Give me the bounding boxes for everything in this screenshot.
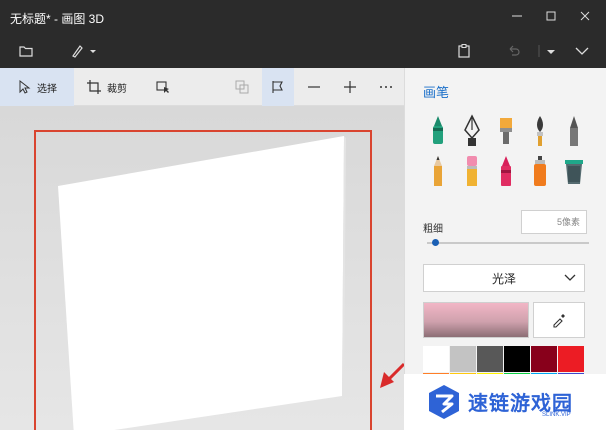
paste-icon xyxy=(458,44,470,58)
magic-select-tool[interactable] xyxy=(150,68,178,106)
palette-swatch[interactable] xyxy=(504,346,530,372)
marker-icon[interactable] xyxy=(425,114,451,148)
more-button[interactable] xyxy=(374,68,398,106)
flag-tool[interactable] xyxy=(262,68,294,106)
material-dropdown[interactable]: 光泽 xyxy=(423,264,585,292)
history-dropdown[interactable] xyxy=(538,40,562,62)
chevron-down-icon xyxy=(564,274,576,281)
more-icon xyxy=(380,86,392,88)
minimize-icon xyxy=(512,15,522,17)
expand-button[interactable] xyxy=(574,40,594,62)
brushes-tab[interactable] xyxy=(70,40,100,62)
palette-swatch[interactable] xyxy=(558,346,584,372)
undo-button[interactable] xyxy=(506,40,528,62)
eraser-icon[interactable] xyxy=(459,154,485,188)
caret-down-icon xyxy=(538,45,555,57)
maximize-icon xyxy=(546,11,556,21)
current-color-swatch[interactable] xyxy=(423,302,529,338)
select-tool[interactable]: 选择 xyxy=(0,68,74,106)
toolbar: 选择 裁剪 xyxy=(0,68,404,106)
panel-title: 画笔 xyxy=(423,85,450,100)
minimize-button[interactable] xyxy=(502,6,532,28)
flag-icon xyxy=(272,81,283,93)
pixel-pen-icon[interactable] xyxy=(561,114,587,148)
undo-icon xyxy=(509,45,520,56)
chevron-down-icon xyxy=(575,47,589,55)
red-arrow xyxy=(380,362,404,388)
crop-label: 裁剪 xyxy=(107,83,127,95)
white-canvas-shape xyxy=(58,136,344,430)
crop-tool[interactable]: 裁剪 xyxy=(78,68,136,106)
select-label: 选择 xyxy=(37,83,57,95)
plus-icon xyxy=(344,81,356,93)
thickness-label: 粗细 xyxy=(423,224,443,235)
watermark: 速链游戏园 SLINK.VIP xyxy=(404,374,606,430)
watercolor-icon[interactable] xyxy=(527,114,553,148)
crayon-icon[interactable] xyxy=(493,154,519,188)
thickness-input[interactable]: 5像素 xyxy=(521,210,587,234)
close-icon xyxy=(580,11,590,21)
canvas-area[interactable] xyxy=(0,106,404,430)
eyedropper-icon xyxy=(553,314,565,328)
material-value: 光泽 xyxy=(491,271,516,286)
zoom-in-button[interactable] xyxy=(338,68,362,106)
palette-swatch[interactable] xyxy=(423,346,449,372)
copy-icon xyxy=(235,80,249,94)
menu-button[interactable] xyxy=(18,40,40,62)
title-bar: 无标题* - 画图 3D xyxy=(0,0,606,34)
folder-icon xyxy=(19,46,33,57)
maximize-button[interactable] xyxy=(536,6,566,28)
thickness-slider[interactable] xyxy=(427,242,589,244)
oil-brush-icon[interactable] xyxy=(493,114,519,148)
palette-swatch[interactable] xyxy=(450,346,476,372)
thickness-slider-thumb[interactable] xyxy=(431,239,439,246)
copy-button[interactable] xyxy=(228,68,256,106)
canvas-drawing xyxy=(58,136,404,430)
watermark-subtext: SLINK.VIP xyxy=(542,412,571,418)
spray-can-icon[interactable] xyxy=(527,154,553,188)
pencil-icon[interactable] xyxy=(425,154,451,188)
brush-tab-icon xyxy=(72,45,96,58)
crop-icon xyxy=(87,80,101,94)
fill-bucket-icon[interactable] xyxy=(561,154,587,188)
eyedropper-button[interactable] xyxy=(533,302,585,338)
window-title: 无标题* - 画图 3D xyxy=(10,12,105,26)
paste-button[interactable] xyxy=(456,40,478,62)
watermark-logo-icon xyxy=(429,385,459,419)
magic-select-icon xyxy=(156,81,169,93)
palette-swatch[interactable] xyxy=(477,346,503,372)
close-button[interactable] xyxy=(570,6,600,28)
cursor-icon xyxy=(19,80,31,94)
calligraphy-pen-icon[interactable] xyxy=(459,114,485,148)
palette-swatch[interactable] xyxy=(531,346,557,372)
menu-bar xyxy=(0,34,606,68)
zoom-out-button[interactable] xyxy=(302,68,326,106)
minus-icon xyxy=(308,86,320,88)
